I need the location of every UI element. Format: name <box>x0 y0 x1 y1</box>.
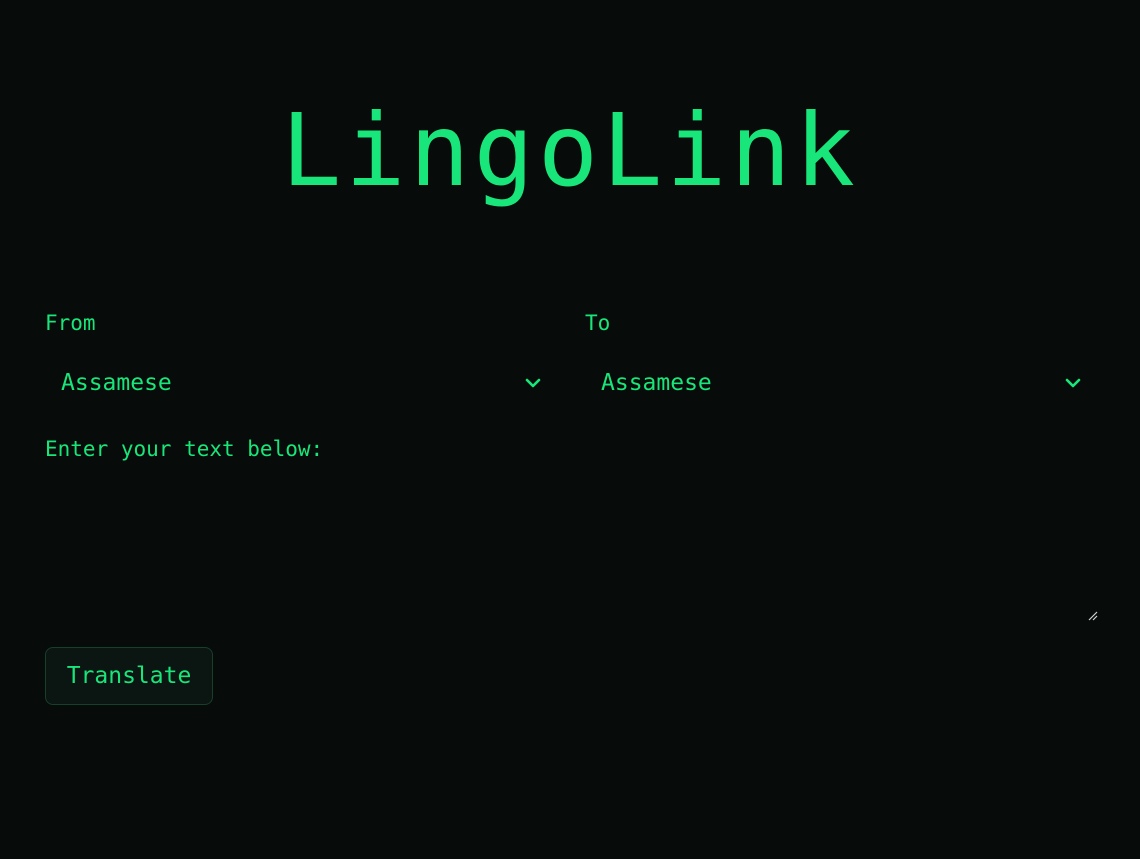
resize-handle-icon[interactable] <box>1088 611 1098 621</box>
translator-page: LingoLink From Assamese To Assamese Ente… <box>0 0 1140 859</box>
chevron-down-icon <box>525 378 541 388</box>
app-title: LingoLink <box>281 92 859 209</box>
to-label: To <box>585 311 611 335</box>
to-language-value: Assamese <box>601 370 712 396</box>
from-language-group: From Assamese <box>45 309 545 403</box>
to-language-select[interactable]: Assamese <box>585 363 1085 403</box>
to-language-group: To Assamese <box>585 309 1085 403</box>
text-input-label: Enter your text below: <box>45 437 324 461</box>
from-label: From <box>45 311 96 335</box>
chevron-down-icon <box>1065 378 1081 388</box>
from-language-value: Assamese <box>61 370 172 396</box>
from-language-select[interactable]: Assamese <box>45 363 545 403</box>
translate-button[interactable]: Translate <box>45 647 213 705</box>
text-input-area[interactable] <box>45 476 1100 622</box>
